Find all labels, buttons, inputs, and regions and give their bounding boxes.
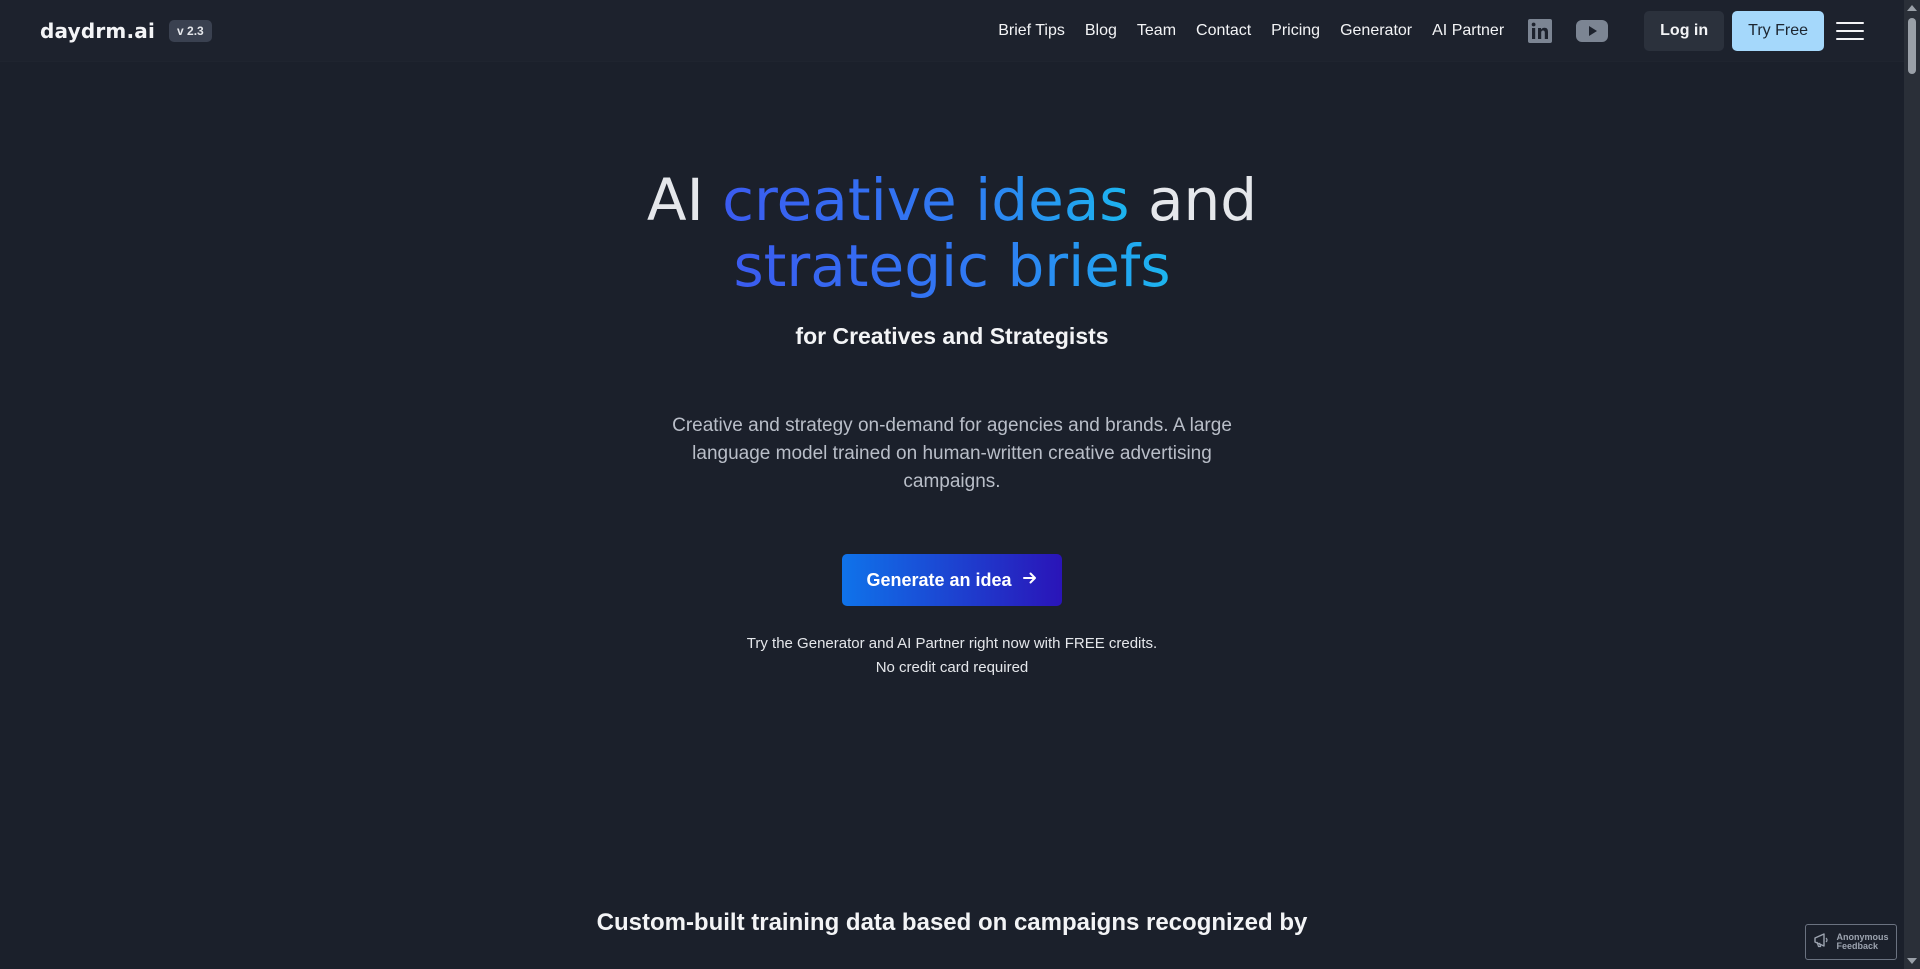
scroll-up-arrow-icon[interactable]	[1907, 5, 1917, 11]
youtube-icon[interactable]	[1576, 19, 1609, 42]
nav-link-blog[interactable]: Blog	[1085, 22, 1117, 40]
page-scrollbar[interactable]	[1904, 0, 1920, 969]
hero-title-part1: AI	[646, 166, 704, 234]
free-credits-note: Try the Generator and AI Partner right n…	[0, 632, 1904, 680]
hamburger-menu-icon[interactable]	[1836, 19, 1864, 43]
feedback-label: Anonymous Feedback	[1836, 933, 1888, 951]
version-badge: v 2.3	[169, 19, 212, 42]
logo[interactable]: daydrm.ai	[40, 19, 155, 43]
nav-link-generator[interactable]: Generator	[1340, 22, 1412, 40]
hero-title-part2: and	[1147, 166, 1258, 234]
page: daydrm.ai v 2.3 Brief Tips Blog Team Con…	[0, 0, 1920, 969]
hamburger-line	[1836, 37, 1864, 40]
nav-link-ai-partner[interactable]: AI Partner	[1432, 22, 1504, 40]
scrollbar-thumb[interactable]	[1908, 18, 1916, 74]
scroll-down-arrow-icon[interactable]	[1907, 958, 1917, 964]
nav-link-team[interactable]: Team	[1137, 22, 1176, 40]
site-header: daydrm.ai v 2.3 Brief Tips Blog Team Con…	[0, 0, 1904, 61]
hero-title: AI creative ideas and strategic briefs	[0, 167, 1904, 299]
anonymous-feedback-button[interactable]: Anonymous Feedback	[1805, 924, 1897, 960]
generate-idea-label: Generate an idea	[866, 569, 1012, 590]
generate-idea-button[interactable]: Generate an idea	[842, 554, 1062, 606]
megaphone-icon	[1813, 932, 1831, 953]
nav-link-pricing[interactable]: Pricing	[1271, 22, 1320, 40]
arrow-right-icon	[1022, 570, 1038, 591]
nav-link-contact[interactable]: Contact	[1196, 22, 1251, 40]
nav-link-brief-tips[interactable]: Brief Tips	[998, 22, 1065, 40]
training-data-heading: Custom-built training data based on camp…	[596, 909, 1308, 936]
hero-subtitle: for Creatives and Strategists	[795, 323, 1109, 349]
feedback-line2: Feedback	[1836, 941, 1879, 951]
hero-description: Creative and strategy on-demand for agen…	[672, 415, 1232, 492]
try-free-button[interactable]: Try Free	[1732, 10, 1824, 51]
hamburger-line	[1836, 21, 1864, 24]
linkedin-icon[interactable]	[1528, 18, 1553, 43]
hamburger-line	[1836, 29, 1864, 32]
free-credits-line: Try the Generator and AI Partner right n…	[746, 635, 1158, 652]
no-credit-card-line: No credit card required	[875, 659, 1029, 676]
hero-title-highlight-strategic-briefs: strategic briefs	[733, 232, 1171, 300]
login-button[interactable]: Log in	[1644, 10, 1725, 51]
hero-title-highlight-creative-ideas: creative ideas	[722, 166, 1130, 234]
main-nav: Brief Tips Blog Team Contact Pricing Gen…	[998, 10, 1864, 51]
hero-section: AI creative ideas and strategic briefs f…	[0, 61, 1904, 680]
